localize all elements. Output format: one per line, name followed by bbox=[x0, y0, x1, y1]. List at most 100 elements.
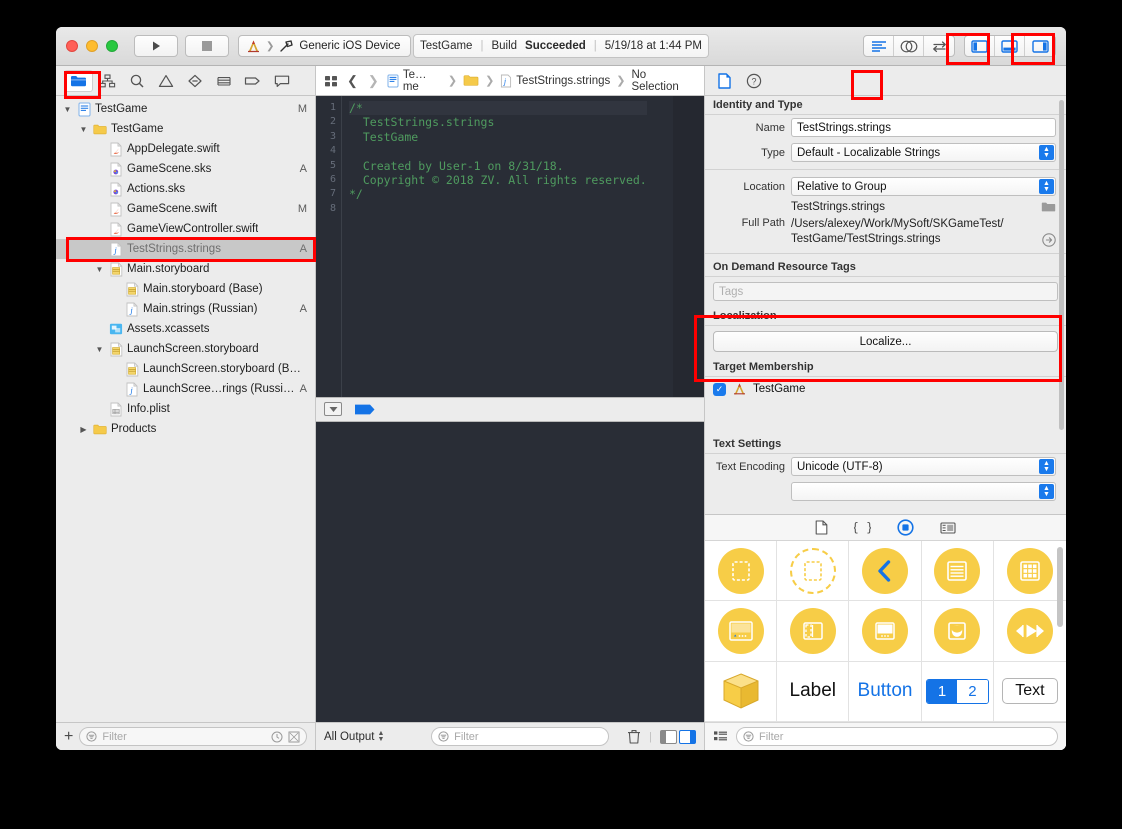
console-scope-selector[interactable]: All Output ▲▼ bbox=[324, 731, 384, 743]
library-item[interactable] bbox=[994, 601, 1066, 661]
segmented-control-object[interactable]: 12 bbox=[926, 679, 989, 704]
symbol-navigator-icon[interactable] bbox=[122, 70, 151, 92]
console-pane-toggles[interactable] bbox=[660, 730, 696, 744]
console-filter-input[interactable]: Filter bbox=[431, 727, 609, 746]
tree-row[interactable]: AppDelegate.swift bbox=[56, 139, 315, 159]
toolbar-object-icon[interactable] bbox=[862, 608, 908, 654]
tree-row[interactable]: Actions.sks bbox=[56, 179, 315, 199]
choose-folder-icon[interactable] bbox=[1041, 201, 1056, 213]
source-control-navigator-icon[interactable] bbox=[93, 70, 122, 92]
project-navigator-icon[interactable] bbox=[64, 70, 93, 92]
target-membership-item[interactable]: ✓ TestGame bbox=[713, 382, 1058, 396]
library-item[interactable] bbox=[705, 601, 777, 661]
stop-button[interactable] bbox=[185, 35, 229, 57]
reveal-in-finder-icon[interactable] bbox=[1042, 233, 1056, 247]
tree-row[interactable]: ▼TestGame bbox=[56, 119, 315, 139]
library-item[interactable]: Label bbox=[777, 662, 849, 722]
library-scrollbar[interactable] bbox=[1057, 547, 1063, 627]
library-item[interactable]: 12 bbox=[922, 662, 994, 722]
source-control-filter-icon[interactable] bbox=[288, 731, 300, 743]
code-line[interactable] bbox=[349, 202, 647, 216]
tab-bar-object-icon[interactable] bbox=[718, 608, 764, 654]
disclosure-down-icon[interactable]: ▼ bbox=[94, 345, 105, 354]
library-item[interactable] bbox=[705, 541, 777, 601]
navigator-filter-input[interactable]: Filter bbox=[79, 727, 307, 746]
editor-jump-bar[interactable]: ❮ ❯ Te…me ❯ ❯ j TestStrings.strings ❯ No… bbox=[316, 66, 704, 96]
console-view-toggle-icon[interactable] bbox=[679, 730, 696, 744]
library-item[interactable] bbox=[922, 601, 994, 661]
source-editor[interactable]: 12345678 /* TestStrings.strings TestGame… bbox=[316, 96, 704, 397]
debug-area-toggle-icon[interactable] bbox=[995, 36, 1025, 56]
text-field-object[interactable]: Text bbox=[1002, 678, 1057, 704]
jump-back-icon[interactable]: ❮ bbox=[345, 73, 360, 89]
report-navigator-icon[interactable] bbox=[267, 70, 296, 92]
library-item[interactable] bbox=[705, 662, 777, 722]
tree-row[interactable]: LaunchScreen.storyboard (Base) bbox=[56, 359, 315, 379]
code-line[interactable]: Created by User-1 on 8/31/18. bbox=[349, 159, 647, 173]
player-controls-object-icon[interactable] bbox=[1007, 608, 1053, 654]
file-tree[interactable]: ▼TestGameM▼TestGameAppDelegate.swiftGame… bbox=[56, 96, 315, 722]
table-view-object-icon[interactable] bbox=[934, 548, 980, 594]
tree-row[interactable]: Info.plist bbox=[56, 399, 315, 419]
target-membership-list[interactable]: ✓ TestGame bbox=[705, 377, 1066, 435]
object-library-icon[interactable] bbox=[897, 519, 914, 536]
code-line[interactable]: Copyright © 2018 ZV. All rights reserved… bbox=[349, 173, 647, 187]
minimize-button[interactable] bbox=[86, 40, 98, 52]
scheme-selector[interactable]: ❯ Generic iOS Device bbox=[238, 35, 411, 57]
debug-navigator-icon[interactable] bbox=[209, 70, 238, 92]
pane-toggle-segmented-control[interactable] bbox=[964, 35, 1056, 57]
editor-standard-icon[interactable] bbox=[864, 36, 894, 56]
editor-mode-segmented-control[interactable] bbox=[863, 35, 955, 57]
library-item[interactable] bbox=[849, 601, 921, 661]
image-view-object-icon[interactable] bbox=[934, 608, 980, 654]
jump-forward-icon[interactable]: ❯ bbox=[366, 73, 381, 89]
split-view-object-icon[interactable] bbox=[790, 608, 836, 654]
tree-row[interactable]: GameScene.sksA bbox=[56, 159, 315, 179]
localize-button[interactable]: Localize... bbox=[713, 331, 1058, 352]
disclosure-down-icon[interactable]: ▼ bbox=[62, 105, 73, 114]
breadcrumb-project[interactable]: Te…me bbox=[387, 69, 442, 93]
tree-row[interactable]: jLaunchScree…rings (Russian)A bbox=[56, 379, 315, 399]
type-popup-button[interactable]: Default - Localizable Strings ▲▼ bbox=[791, 143, 1056, 162]
library-filter-input[interactable]: Filter bbox=[736, 727, 1058, 746]
location-popup-button[interactable]: Relative to Group ▲▼ bbox=[791, 177, 1056, 196]
code-line[interactable]: */ bbox=[349, 187, 647, 201]
library-item[interactable] bbox=[849, 541, 921, 601]
tree-row[interactable]: GameViewController.swift bbox=[56, 219, 315, 239]
code-snippet-library-icon[interactable]: { } bbox=[854, 520, 871, 535]
odr-tags-input[interactable]: Tags bbox=[713, 282, 1058, 301]
inspector-scrollbar[interactable] bbox=[1059, 100, 1064, 430]
disclosure-right-icon[interactable]: ▶ bbox=[78, 425, 89, 434]
view-object-icon[interactable] bbox=[718, 548, 764, 594]
build-status-bar[interactable]: TestGame | Build Succeeded | 5/19/18 at … bbox=[413, 34, 709, 58]
test-navigator-icon[interactable] bbox=[180, 70, 209, 92]
library-tab-bar[interactable]: { } bbox=[705, 515, 1066, 541]
button-object[interactable]: Button bbox=[858, 680, 913, 702]
collection-view-object-icon[interactable] bbox=[1007, 548, 1053, 594]
breakpoint-navigator-icon[interactable] bbox=[238, 70, 267, 92]
code-line[interactable]: TestGame bbox=[349, 130, 647, 144]
tree-row[interactable]: GameScene.swiftM bbox=[56, 199, 315, 219]
tree-row[interactable]: jMain.strings (Russian)A bbox=[56, 299, 315, 319]
object-cube-icon[interactable] bbox=[719, 669, 763, 713]
library-item[interactable]: Text bbox=[994, 662, 1066, 722]
tree-row[interactable]: Assets.xcassets bbox=[56, 319, 315, 339]
library-item[interactable] bbox=[777, 601, 849, 661]
issue-navigator-icon[interactable] bbox=[151, 70, 180, 92]
close-button[interactable] bbox=[66, 40, 78, 52]
disclosure-down-icon[interactable]: ▼ bbox=[78, 125, 89, 134]
tree-row[interactable]: ▼TestGameM bbox=[56, 99, 315, 119]
window-controls[interactable] bbox=[66, 40, 118, 52]
console-output[interactable] bbox=[316, 422, 704, 723]
tree-row[interactable]: ▼Main.storyboard bbox=[56, 259, 315, 279]
library-item[interactable] bbox=[777, 541, 849, 601]
library-object-grid[interactable]: Label Button 12 Text bbox=[705, 541, 1066, 722]
quick-help-icon[interactable]: ? bbox=[746, 73, 762, 89]
add-file-button[interactable]: + bbox=[64, 729, 73, 745]
library-item[interactable] bbox=[994, 541, 1066, 601]
editor-version-icon[interactable] bbox=[924, 36, 954, 56]
trash-icon[interactable] bbox=[627, 729, 641, 744]
disclosure-down-icon[interactable]: ▼ bbox=[94, 265, 105, 274]
tree-row[interactable]: Main.storyboard (Base) bbox=[56, 279, 315, 299]
target-checkbox[interactable]: ✓ bbox=[713, 383, 726, 396]
